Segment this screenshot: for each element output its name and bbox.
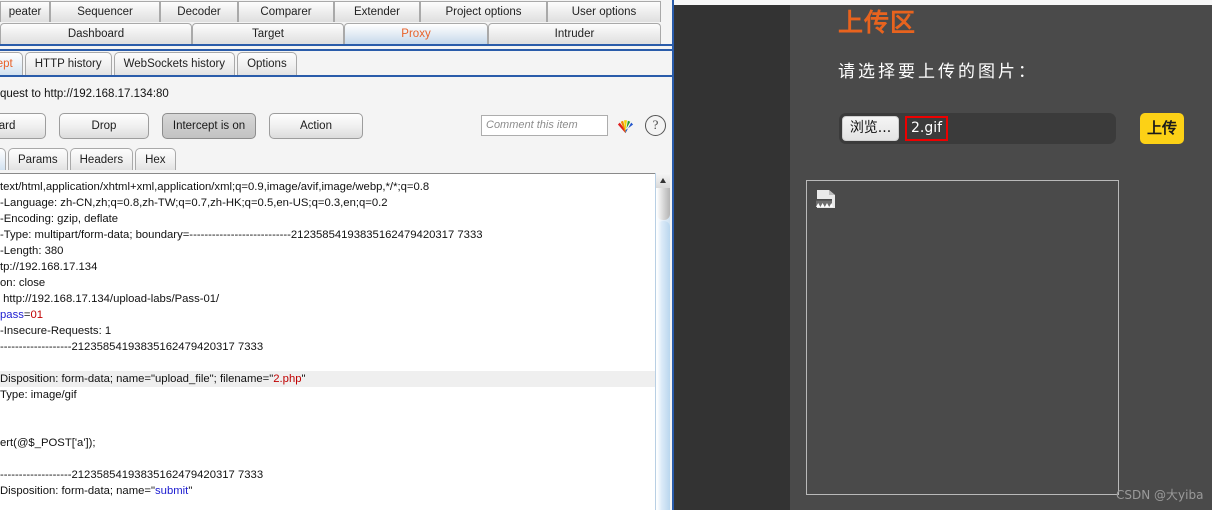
- message-editor-tabs: Params Headers Hex: [0, 148, 178, 170]
- main-tab-extender[interactable]: Extender: [334, 1, 420, 22]
- tab-divider-top: [0, 44, 672, 46]
- browser-panel: 上传区 请选择要上传的图片： 浏览... 2.gif 上传: [674, 0, 1212, 510]
- file-input-field[interactable]: 浏览... 2.gif: [839, 113, 1116, 144]
- message-line: http://192.168.17.134/upload-labs/Pass-0…: [0, 293, 220, 305]
- request-line-insecure: -Insecure-Requests: 1: [0, 325, 112, 337]
- editor-tab-raw[interactable]: [0, 148, 6, 170]
- main-tab-intruder[interactable]: Intruder: [488, 23, 661, 44]
- disposition-suffix: ": [301, 373, 306, 385]
- request-target-line: quest to http://192.168.17.134:80: [0, 88, 169, 100]
- main-tab-comparer[interactable]: Comparer: [238, 1, 334, 22]
- message-line: Type: image/gif: [0, 389, 77, 401]
- request-line-pass: pass=01: [0, 307, 43, 323]
- sub-tab-divider: [0, 75, 672, 77]
- button-rward[interactable]: rward: [0, 113, 46, 139]
- message-line: on: close: [0, 277, 46, 289]
- message-line: text/html,application/xhtml+xml,applicat…: [0, 181, 430, 193]
- upload-page: 上传区 请选择要上传的图片： 浏览... 2.gif 上传: [790, 5, 1212, 510]
- csdn-watermark: CSDN @大yiba: [1116, 488, 1204, 502]
- editor-tab-params[interactable]: Params: [8, 148, 68, 170]
- message-line: -Encoding: gzip, deflate: [0, 213, 119, 225]
- main-tab-dashboard[interactable]: Dashboard: [0, 23, 192, 44]
- main-tab-peater[interactable]: peater: [0, 1, 50, 22]
- selected-filename-label: 2.gif: [905, 116, 949, 141]
- disposition-prefix: Disposition: form-data; name="upload_fil…: [0, 373, 274, 385]
- highlight-color-icon[interactable]: [616, 116, 635, 135]
- main-tab-project-options[interactable]: Project options: [420, 1, 547, 22]
- disposition-prefix: Disposition: form-data; name=": [0, 485, 156, 497]
- page-title: 上传区: [838, 8, 917, 37]
- sub-tab-http-history[interactable]: HTTP history: [24, 52, 112, 75]
- message-line: -Language: zh-CN,zh;q=0.8,zh-TW;q=0.7,zh…: [0, 197, 388, 209]
- proxy-sub-tabs: ceptHTTP historyWebSockets historyOption…: [0, 51, 299, 75]
- message-line: -------------------212358541938351624794…: [0, 341, 264, 353]
- button-intercept-is-on[interactable]: Intercept is on: [162, 113, 256, 139]
- message-line: -------------------212358541938351624794…: [0, 469, 264, 481]
- main-tab-proxy[interactable]: Proxy: [344, 23, 488, 44]
- main-tab-user-options[interactable]: User options: [547, 1, 661, 22]
- http-message-editor[interactable]: text/html,application/xhtml+xml,applicat…: [0, 173, 655, 510]
- scrollbar-thumb[interactable]: [657, 188, 670, 220]
- main-tab-sequencer[interactable]: Sequencer: [50, 1, 160, 22]
- disposition-suffix: ": [188, 485, 193, 497]
- sub-tab-cept[interactable]: cept: [0, 52, 23, 75]
- upload-filename-token: 2.php: [273, 373, 302, 385]
- burp-suite-panel: peater Sequencer Decoder Comparer Extender Pr…: [0, 0, 674, 510]
- message-line: -Type: multipart/form-data; boundary=---…: [0, 229, 483, 241]
- request-line-disposition-submit: Disposition: form-data; name="submit": [0, 483, 192, 499]
- main-tab-decoder[interactable]: Decoder: [160, 1, 238, 22]
- token-pass-value: 01: [30, 309, 44, 321]
- editor-tab-headers[interactable]: Headers: [69, 148, 134, 170]
- browse-button[interactable]: 浏览...: [842, 116, 899, 141]
- screenshot-root: peater Sequencer Decoder Comparer Extender Pr…: [0, 0, 1212, 510]
- proxy-action-buttons: rward Drop Intercept is on Action: [0, 113, 363, 139]
- button-drop[interactable]: Drop: [59, 113, 149, 139]
- message-line: -Length: 380: [0, 245, 64, 257]
- message-line: ert(@$_POST['a']);: [0, 437, 96, 449]
- upload-prompt-label: 请选择要上传的图片：: [838, 62, 1038, 82]
- sub-tab-options[interactable]: Options: [237, 52, 297, 75]
- help-icon[interactable]: ?: [645, 115, 666, 136]
- upload-button[interactable]: 上传: [1140, 113, 1184, 144]
- sub-tab-websockets-history[interactable]: WebSockets history: [113, 52, 236, 75]
- scroll-up-arrow-icon[interactable]: [656, 173, 670, 188]
- button-action[interactable]: Action: [269, 113, 363, 139]
- editor-scrollbar[interactable]: [655, 173, 670, 510]
- request-line-disposition-file: Disposition: form-data; name="upload_fil…: [0, 371, 655, 387]
- scrollbar-track[interactable]: [657, 221, 670, 510]
- broken-image-icon: [816, 190, 835, 208]
- token-pass-name: pass: [0, 309, 24, 321]
- comment-input[interactable]: Comment this item: [481, 115, 608, 136]
- submit-token: submit: [155, 485, 189, 497]
- image-preview-box: [806, 180, 1119, 495]
- editor-tab-hex[interactable]: Hex: [135, 148, 176, 170]
- message-line: tp://192.168.17.134: [0, 261, 98, 273]
- main-tab-target[interactable]: Target: [192, 23, 344, 44]
